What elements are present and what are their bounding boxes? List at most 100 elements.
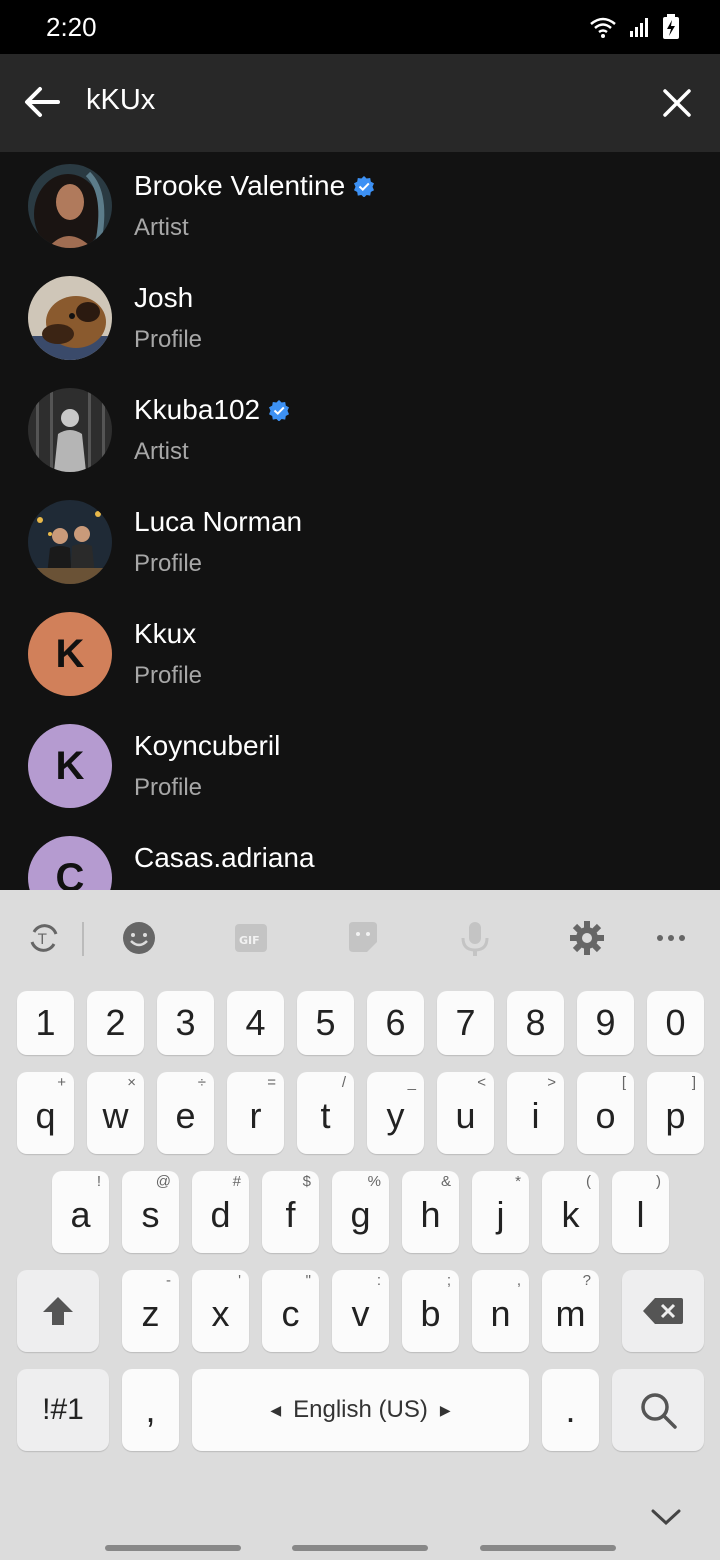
key-hint: " <box>305 1272 311 1289</box>
result-type: Profile <box>134 550 203 577</box>
key-hint: , <box>516 1272 521 1289</box>
key[interactable]: 9 <box>577 991 634 1055</box>
key[interactable]: % g <box>332 1171 389 1253</box>
sticker-icon[interactable] <box>345 920 381 956</box>
key[interactable]: -z <box>122 1270 179 1352</box>
left-arrow-icon: ◀ <box>270 1401 282 1418</box>
key[interactable]: & h <box>402 1171 459 1253</box>
key[interactable]: [o <box>577 1072 634 1154</box>
result-name-text: Kkux <box>134 618 197 649</box>
result-name-text: Josh <box>134 282 194 313</box>
emoji-icon[interactable] <box>121 920 157 956</box>
key[interactable]: × w <box>87 1072 144 1154</box>
backspace-key[interactable] <box>622 1270 704 1352</box>
key[interactable]: 6 <box>367 991 424 1055</box>
key[interactable]: 4 <box>227 991 284 1055</box>
key-label: i <box>531 1095 540 1136</box>
key-hint: - <box>166 1272 171 1289</box>
key-hint: ! <box>96 1173 101 1190</box>
close-icon[interactable] <box>658 84 696 122</box>
back-arrow-icon[interactable] <box>20 80 64 124</box>
nav-back-bar[interactable] <box>480 1545 616 1551</box>
key[interactable]: ,n <box>472 1270 529 1352</box>
key[interactable]: 2 <box>87 991 144 1055</box>
period-key[interactable]: . <box>542 1369 599 1451</box>
nav-home-bar[interactable] <box>292 1545 428 1551</box>
key-label: 2 <box>105 1002 126 1043</box>
key[interactable]: (k <box>542 1171 599 1253</box>
key-hint: ? <box>582 1272 591 1289</box>
nav-recent-bar[interactable] <box>105 1545 241 1551</box>
key-hint: @ <box>155 1173 171 1190</box>
avatar <box>28 276 112 360</box>
symbols-key[interactable]: !#1 <box>17 1369 109 1451</box>
key[interactable]: 1 <box>17 991 74 1055</box>
key-label: u <box>455 1095 476 1136</box>
result-row[interactable]: Kkuba102 Artist <box>0 376 720 488</box>
space-key[interactable]: ◀ English (US) ▶ <box>192 1369 529 1451</box>
avatar-letter: C <box>55 855 85 891</box>
key-label: a <box>70 1194 91 1235</box>
key[interactable]: ; b <box>402 1270 459 1352</box>
shift-key[interactable] <box>17 1270 99 1352</box>
key[interactable]: / t <box>297 1072 354 1154</box>
key[interactable]: ÷ e <box>157 1072 214 1154</box>
key[interactable]: = r <box>227 1072 284 1154</box>
key[interactable]: ? m <box>542 1270 599 1352</box>
search-key[interactable] <box>612 1369 704 1451</box>
key-label: 5 <box>315 1002 336 1043</box>
key-label: e <box>175 1095 196 1136</box>
search-icon <box>641 1393 677 1429</box>
key-hint: [ <box>621 1074 626 1091</box>
key-label: English (US) <box>293 1396 428 1423</box>
result-row[interactable]: Luca Norman Profile <box>0 488 720 600</box>
result-row[interactable]: C Casas.adriana <box>0 824 720 890</box>
key[interactable]: + q <box>17 1072 74 1154</box>
key[interactable]: * j <box>472 1171 529 1253</box>
key-label: . <box>565 1389 576 1430</box>
result-type: Profile <box>134 326 203 353</box>
key[interactable]: 7 <box>437 991 494 1055</box>
comma-key[interactable]: , <box>122 1369 179 1451</box>
key-hint: : <box>376 1272 381 1289</box>
result-name: Koyncuberil <box>134 730 280 762</box>
key[interactable]: # d <box>192 1171 249 1253</box>
key[interactable]: _ y <box>367 1072 424 1154</box>
result-row[interactable]: Josh Profile <box>0 264 720 376</box>
key[interactable]: ) l <box>612 1171 669 1253</box>
microphone-icon[interactable] <box>457 920 493 956</box>
key[interactable]: ! a <box>52 1171 109 1253</box>
key[interactable]: 3 <box>157 991 214 1055</box>
gear-icon[interactable] <box>569 920 605 956</box>
gif-icon[interactable]: GIF <box>233 920 269 956</box>
key-label: f <box>285 1194 296 1235</box>
result-row[interactable]: K Koyncuberil Profile <box>0 712 720 824</box>
hide-keyboard-icon[interactable] <box>650 1506 682 1528</box>
svg-text:T: T <box>37 932 47 948</box>
search-input[interactable]: kKUx <box>86 84 155 117</box>
key[interactable]: " c <box>262 1270 319 1352</box>
key[interactable]: < u <box>437 1072 494 1154</box>
key-label: v <box>351 1293 370 1334</box>
result-name: Josh <box>134 282 193 314</box>
key[interactable]: :v <box>332 1270 389 1352</box>
key[interactable]: $ f <box>262 1171 319 1253</box>
key[interactable]: ] p <box>647 1072 704 1154</box>
key-hint: + <box>57 1074 66 1091</box>
key[interactable]: 0 <box>647 991 704 1055</box>
result-type: Profile <box>134 774 203 801</box>
key[interactable]: > i <box>507 1072 564 1154</box>
key[interactable]: 5 <box>297 991 354 1055</box>
result-name-text: Casas.adriana <box>134 842 315 873</box>
more-options-icon[interactable] <box>653 920 689 956</box>
result-row[interactable]: Brooke Valentine Artist <box>0 152 720 264</box>
result-row[interactable]: K Kkux Profile <box>0 600 720 712</box>
key-hint: = <box>267 1074 276 1091</box>
key[interactable]: ' x <box>192 1270 249 1352</box>
key[interactable]: 8 <box>507 991 564 1055</box>
result-name: Luca Norman <box>134 506 302 538</box>
key[interactable]: @ s <box>122 1171 179 1253</box>
translate-icon[interactable]: T <box>26 920 62 956</box>
avatar <box>28 164 112 248</box>
key-hint: & <box>440 1173 451 1190</box>
